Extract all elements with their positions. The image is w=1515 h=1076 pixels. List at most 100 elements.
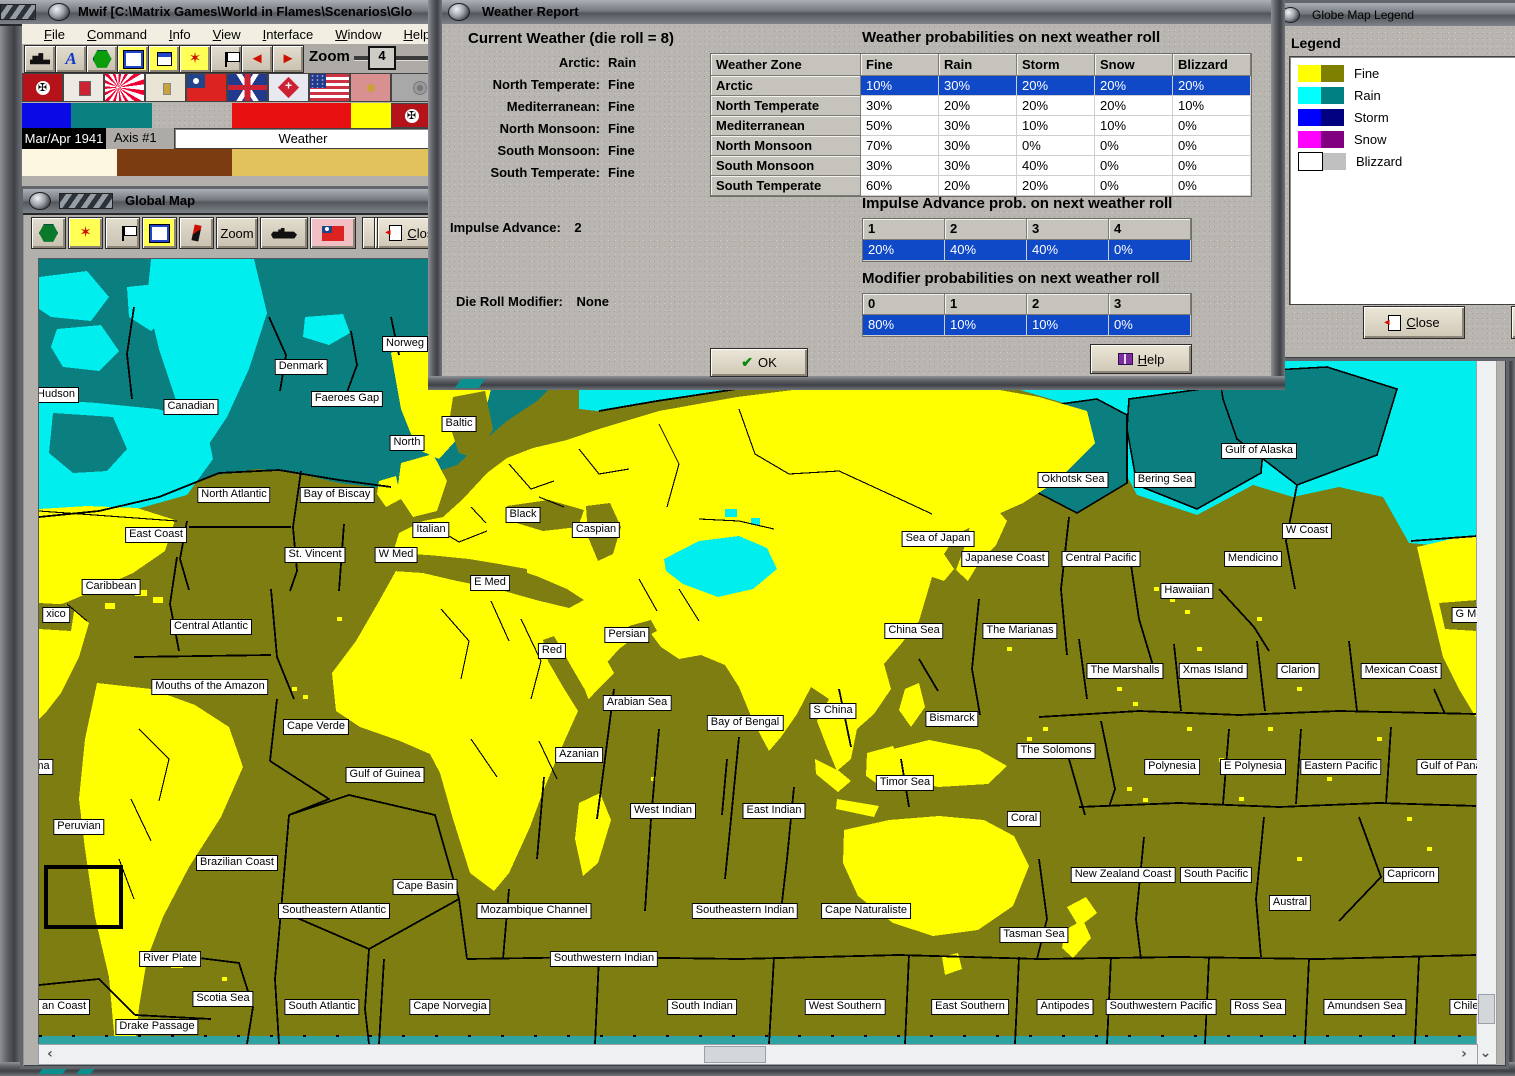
ok-button[interactable]: OK <box>710 348 808 377</box>
probability-cell[interactable]: 50% <box>861 116 939 136</box>
flag-usa[interactable] <box>309 73 350 102</box>
flag-ussr[interactable] <box>350 73 391 102</box>
legend-item-fine[interactable]: Fine <box>1298 63 1515 83</box>
flag-italy[interactable] <box>63 73 104 102</box>
probability-cell[interactable]: 10% <box>1095 116 1173 136</box>
zone-row-header[interactable]: Mediterranean <box>711 116 861 136</box>
probability-cell[interactable]: 20% <box>1017 76 1095 96</box>
probability-cell[interactable]: 40% <box>1017 156 1095 176</box>
impulse-probability-table[interactable]: 123420%40%40%0% <box>862 218 1192 262</box>
probability-cell[interactable]: 30% <box>861 156 939 176</box>
v-scroll-thumb[interactable] <box>1478 994 1495 1024</box>
zone-row-header[interactable]: North Monsoon <box>711 136 861 156</box>
probability-cell[interactable]: 30% <box>939 116 1017 136</box>
turn-display-button[interactable] <box>148 45 180 73</box>
weather-dialog-titlebar[interactable]: Weather Report <box>442 0 1271 26</box>
probability-cell[interactable]: 30% <box>939 156 1017 176</box>
zone-row-header[interactable]: South Temperate <box>711 176 861 196</box>
mini-value-cell[interactable]: 40% <box>945 240 1027 261</box>
flag-neutral[interactable] <box>391 73 432 102</box>
legend-item-rain[interactable]: Rain <box>1298 85 1515 105</box>
weather-probability-table[interactable]: Weather ZoneFineRainStormSnowBlizzardArc… <box>710 53 1252 197</box>
marker-button[interactable] <box>179 217 214 249</box>
mini-value-cell[interactable]: 20% <box>863 240 945 261</box>
hex-info-button[interactable] <box>86 45 118 73</box>
legend-close-button[interactable]: Close <box>1363 306 1465 339</box>
probability-cell[interactable]: 0% <box>1173 176 1251 196</box>
flag-japan[interactable] <box>104 73 145 102</box>
mini-value-cell[interactable]: 40% <box>1027 240 1109 261</box>
probability-cell[interactable]: 20% <box>939 176 1017 196</box>
legend-item-storm[interactable]: Storm <box>1298 107 1515 127</box>
probability-cell[interactable]: 30% <box>939 76 1017 96</box>
flag-uk[interactable] <box>227 73 268 102</box>
probability-cell[interactable]: 10% <box>1173 96 1251 116</box>
mini-value-cell[interactable]: 80% <box>863 315 945 336</box>
probability-cell[interactable]: 0% <box>1173 156 1251 176</box>
probability-cell[interactable]: 30% <box>939 136 1017 156</box>
map-zoom-button[interactable]: Zoom <box>216 217 258 249</box>
zone-row-header[interactable]: Arctic <box>711 76 861 96</box>
menu-item-info[interactable]: Info <box>169 27 191 42</box>
phase-dropdown[interactable]: Weather <box>174 128 432 149</box>
mini-value-cell[interactable]: 10% <box>945 315 1027 336</box>
probability-cell[interactable]: 20% <box>1017 96 1095 116</box>
annotate-button[interactable] <box>55 45 87 73</box>
zoom-slider-thumb[interactable]: 4 <box>368 46 396 70</box>
next-button[interactable] <box>272 45 304 73</box>
scroll-left-icon[interactable]: ‹ <box>43 1046 57 1062</box>
h-scroll-thumb[interactable] <box>704 1046 766 1063</box>
mini-value-cell[interactable]: 0% <box>1109 240 1191 261</box>
flag-vichy[interactable] <box>145 73 186 102</box>
menu-item-view[interactable]: View <box>213 27 241 42</box>
help-button[interactable]: Help <box>1090 344 1192 374</box>
weather-button[interactable] <box>68 217 103 249</box>
mini-value-cell[interactable]: 0% <box>1109 315 1191 336</box>
probability-cell[interactable]: 0% <box>1173 136 1251 156</box>
china-flag-button[interactable] <box>310 217 356 249</box>
modifier-probability-table[interactable]: 012380%10%10%0% <box>862 293 1192 337</box>
probability-cell[interactable]: 0% <box>1095 136 1173 156</box>
counter-view-button[interactable] <box>142 217 177 249</box>
menu-item-window[interactable]: Window <box>335 27 381 42</box>
menu-item-command[interactable]: Command <box>87 27 147 42</box>
legend-item-blizzard[interactable]: Blizzard <box>1298 151 1515 171</box>
probability-cell[interactable]: 10% <box>861 76 939 96</box>
probability-cell[interactable]: 10% <box>1017 116 1095 136</box>
map-horizontal-scrollbar[interactable]: ‹ › <box>38 1044 1478 1065</box>
probability-cell[interactable]: 30% <box>861 96 939 116</box>
scroll-down-icon[interactable]: ⌄ <box>1477 1045 1494 1061</box>
menu-item-file[interactable]: File <box>44 27 65 42</box>
legend-titlebar[interactable]: Globe Map Legend <box>1275 3 1515 28</box>
probability-cell[interactable]: 20% <box>939 96 1017 116</box>
probability-cell[interactable]: 20% <box>1173 76 1251 96</box>
probability-cell[interactable]: 60% <box>861 176 939 196</box>
window-knob-icon[interactable] <box>48 3 70 21</box>
probability-cell[interactable]: 0% <box>1095 156 1173 176</box>
probability-cell[interactable]: 20% <box>1095 76 1173 96</box>
scroll-right-icon[interactable]: › <box>1457 1046 1471 1062</box>
hex-grid-button[interactable] <box>31 217 66 249</box>
naval-button[interactable] <box>260 217 308 249</box>
menu-item-interface[interactable]: Interface <box>263 27 314 42</box>
zone-row-header[interactable]: South Monsoon <box>711 156 861 176</box>
probability-cell[interactable]: 0% <box>1017 136 1095 156</box>
flag-germany[interactable] <box>22 73 63 102</box>
flag-freefrance[interactable] <box>268 73 309 102</box>
legend-partial-button[interactable] <box>1511 306 1515 339</box>
window-knob-icon[interactable] <box>448 3 470 21</box>
menu-item-help[interactable]: Help <box>403 27 430 42</box>
zone-row-header[interactable]: North Temperate <box>711 96 861 116</box>
legend-listbox[interactable]: FineRainStormSnowBlizzard <box>1289 56 1515 305</box>
probability-cell[interactable]: 70% <box>861 136 939 156</box>
probability-cell[interactable]: 0% <box>1095 176 1173 196</box>
main-window-titlebar[interactable]: Mwif [C:\Matrix Games\World in Flames\Sc… <box>0 0 432 26</box>
rail-move-button[interactable] <box>24 45 56 73</box>
legend-item-snow[interactable]: Snow <box>1298 129 1515 149</box>
probability-cell[interactable]: 20% <box>1095 96 1173 116</box>
map-vertical-scrollbar[interactable]: ⌄ <box>1476 258 1497 1065</box>
counter-display-button[interactable] <box>117 45 149 73</box>
impulse-button[interactable] <box>179 45 211 73</box>
flag-tool-button[interactable] <box>210 45 242 73</box>
mini-value-cell[interactable]: 10% <box>1027 315 1109 336</box>
